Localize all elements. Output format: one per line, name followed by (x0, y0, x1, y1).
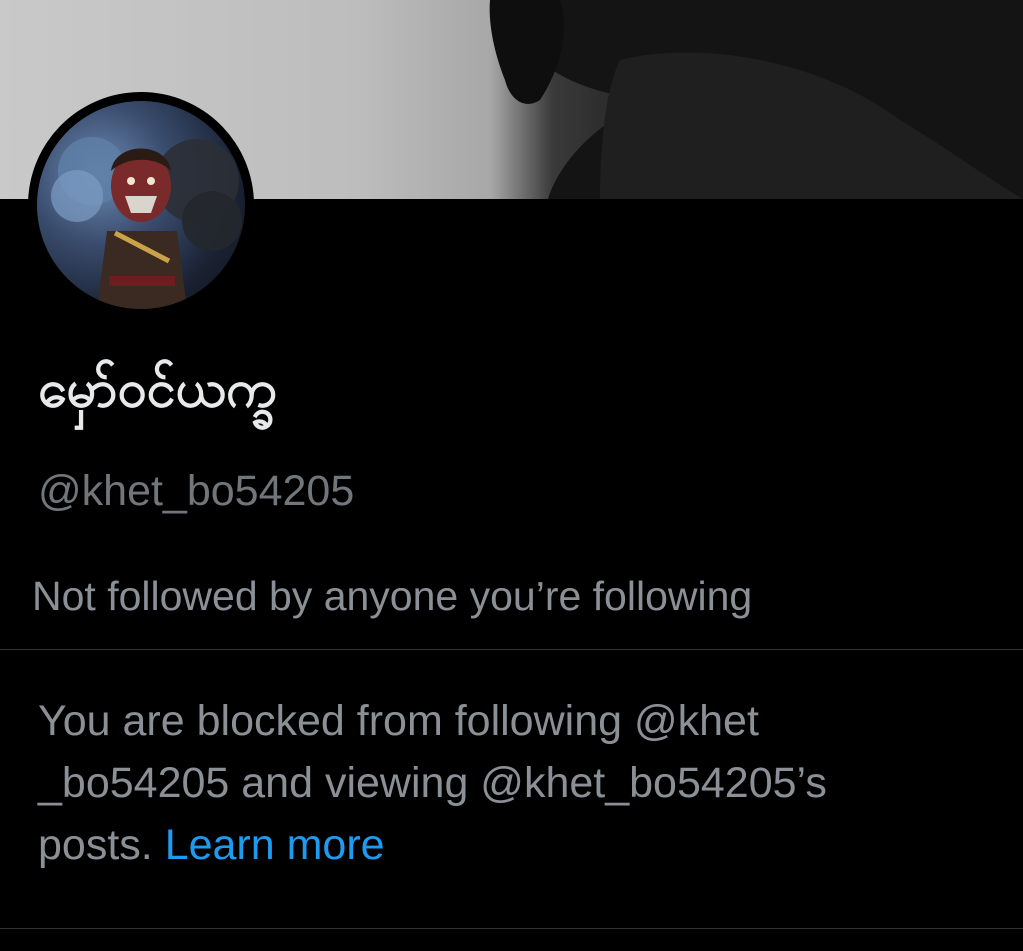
avatar-illustration (51, 137, 242, 309)
blocked-notice: You are blocked from following @khet _bo… (38, 690, 998, 876)
blocked-notice-line-2: _bo54205 and viewing @khet_bo54205’s (38, 759, 827, 807)
learn-more-link[interactable]: Learn more (165, 821, 385, 869)
avatar-image (37, 101, 245, 309)
blocked-notice-line-1: You are blocked from following @khet (38, 697, 759, 745)
blocked-notice-line-3: posts. (38, 821, 153, 869)
section-divider-bottom (0, 928, 1023, 929)
profile-avatar[interactable] (28, 92, 254, 318)
section-divider (0, 649, 1023, 650)
profile-handle: @khet_bo54205 (38, 467, 355, 515)
profile-display-name: မှော်ဝင်ယက္ခ (38, 359, 277, 419)
followers-you-know-note: Not followed by anyone you’re following (32, 573, 753, 619)
